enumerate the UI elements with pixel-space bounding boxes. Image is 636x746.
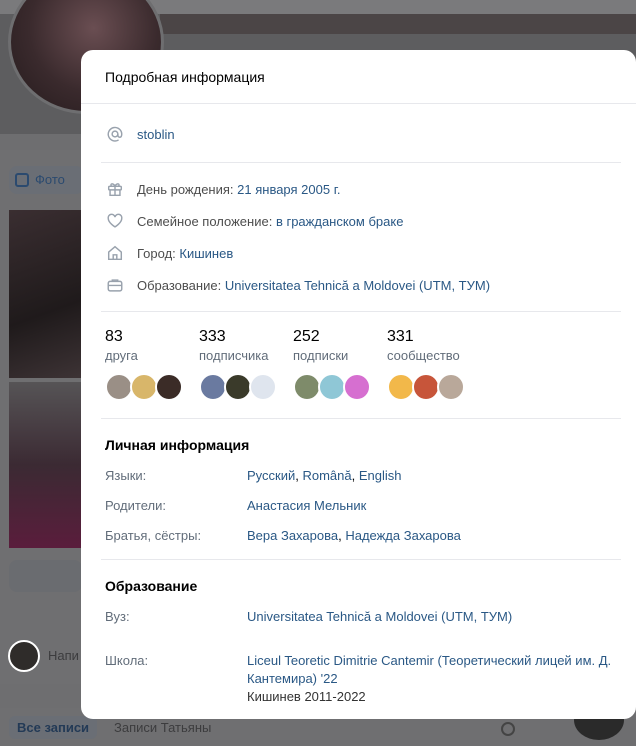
counter-subscriptions[interactable]: 252 подписки — [293, 327, 387, 418]
image-icon — [15, 173, 29, 187]
home-icon — [105, 243, 125, 263]
education-row: Образование: Universitatea Tehnică a Mol… — [105, 269, 621, 301]
details-modal: Подробная информация stoblin День рожден… — [81, 50, 636, 719]
avatar-stack — [293, 373, 387, 401]
avatar-stack — [387, 373, 481, 401]
avatar[interactable] — [412, 373, 440, 401]
counter-followers[interactable]: 333 подписчика — [199, 327, 293, 418]
modal-title: Подробная информация — [105, 68, 265, 85]
composer-avatar — [8, 640, 40, 672]
school-link[interactable]: Liceul Teoretic Dimitrie Cantemir (Теоре… — [247, 652, 621, 688]
avatar[interactable] — [199, 373, 227, 401]
avatar[interactable] — [224, 373, 252, 401]
show-all-photos-button[interactable] — [9, 560, 82, 592]
siblings-label: Братья, сёстры: — [105, 528, 202, 543]
parents-row: Родители: Анастасия Мельник — [105, 491, 621, 521]
parent-link[interactable]: Анастасия Мельник — [247, 498, 366, 513]
relationship-row: Семейное положение: в гражданском браке — [105, 205, 621, 237]
counter-caption: подписки — [293, 348, 349, 363]
avatar[interactable] — [387, 373, 415, 401]
siblings-row: Братья, сёстры: Вера Захарова, Надежда З… — [105, 528, 461, 543]
composer-placeholder: Напи — [48, 648, 79, 663]
briefcase-icon — [105, 275, 125, 295]
avatar[interactable] — [437, 373, 465, 401]
education-value[interactable]: Universitatea Tehnică a Moldovei (UTM, Т… — [225, 278, 490, 293]
education-label: Образование: — [137, 277, 222, 293]
city-label: Город: — [137, 245, 176, 261]
username-link[interactable]: stoblin — [137, 127, 175, 142]
counters-section: 83 друга 333 подписчика 252 подписки 331… — [81, 312, 636, 418]
university-label: Вуз: — [105, 609, 130, 624]
language-link[interactable]: Română — [302, 468, 351, 483]
counter-number: 331 — [387, 328, 414, 345]
counter-number: 252 — [293, 328, 320, 345]
school-details: Кишинев 2011-2022 — [247, 689, 366, 704]
at-sign-icon — [105, 124, 125, 144]
tab-all-posts[interactable]: Все записи — [9, 716, 98, 739]
personal-info-section: Личная информация Языки: Русский, Română… — [81, 419, 636, 559]
relationship-label: Семейное положение: — [137, 213, 273, 229]
birthday-value[interactable]: 21 января 2005 г. — [237, 182, 340, 197]
photo-button[interactable]: Фото — [9, 166, 84, 194]
avatar[interactable] — [318, 373, 346, 401]
avatar[interactable] — [249, 373, 277, 401]
tab-user-posts[interactable]: Записи Татьяны — [114, 720, 211, 735]
counter-communities[interactable]: 331 сообщество — [387, 327, 481, 418]
avatar[interactable] — [155, 373, 183, 401]
language-link[interactable]: Русский — [247, 468, 295, 483]
avatar[interactable] — [293, 373, 321, 401]
education-section: Образование Вуз: Universitatea Tehnică a… — [81, 560, 636, 712]
counter-caption: друга — [105, 348, 138, 363]
avatar-stack — [105, 373, 199, 401]
birthday-label: День рождения: — [137, 181, 234, 197]
counter-caption: подписчика — [199, 348, 269, 363]
photo-thumbnail[interactable] — [9, 210, 82, 378]
cover-strip — [160, 14, 636, 34]
school-label: Школа: — [105, 653, 149, 668]
city-value[interactable]: Кишинев — [179, 246, 233, 261]
gift-icon — [105, 179, 125, 199]
username-section: stoblin — [81, 104, 636, 162]
counters: 83 друга 333 подписчика 252 подписки 331… — [105, 312, 621, 418]
counter-caption: сообщество — [387, 348, 460, 363]
university-link[interactable]: Universitatea Tehnică a Moldovei (UTM, Т… — [247, 609, 512, 624]
avatar[interactable] — [105, 373, 133, 401]
sibling-link[interactable]: Вера Захарова — [247, 528, 338, 543]
photo-button-label: Фото — [35, 172, 65, 187]
heart-icon — [105, 211, 125, 231]
counter-number: 333 — [199, 328, 226, 345]
university-row: Вуз: Universitatea Tehnică a Moldovei (U… — [105, 602, 621, 646]
post-composer[interactable]: Напи — [0, 628, 82, 684]
parents-label: Родители: — [105, 498, 166, 513]
avatar[interactable] — [130, 373, 158, 401]
basic-details: День рождения: 21 января 2005 г. Семейно… — [81, 163, 636, 311]
languages-row: Языки: Русский, Română, English — [105, 468, 402, 483]
counter-friends[interactable]: 83 друга — [105, 327, 199, 418]
modal-header: Подробная информация — [81, 50, 636, 104]
sibling-link[interactable]: Надежда Захарова — [345, 528, 461, 543]
personal-info-heading: Личная информация — [105, 437, 250, 453]
city-row: Город: Кишинев — [105, 237, 621, 269]
avatar-stack — [199, 373, 293, 401]
birthday-row: День рождения: 21 января 2005 г. — [105, 173, 621, 205]
avatar[interactable] — [343, 373, 371, 401]
school-row: Школа: Liceul Teoretic Dimitrie Cantemir… — [105, 646, 621, 712]
search-icon[interactable] — [501, 722, 515, 736]
languages-label: Языки: — [105, 468, 147, 483]
education-heading: Образование — [105, 578, 198, 594]
photo-thumbnail[interactable] — [9, 382, 82, 548]
username-row: stoblin — [105, 118, 621, 150]
counter-number: 83 — [105, 328, 123, 345]
language-link[interactable]: English — [359, 468, 402, 483]
relationship-value[interactable]: в гражданском браке — [276, 214, 404, 229]
